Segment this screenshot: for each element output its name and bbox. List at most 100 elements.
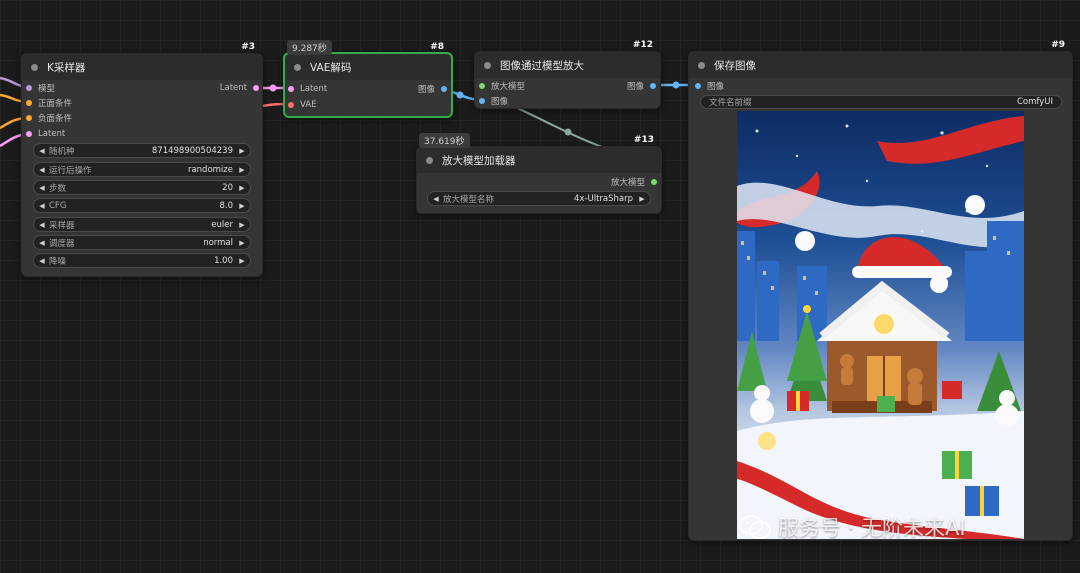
execution-time: 9.287秒 — [287, 40, 332, 55]
upscale-with-model-node[interactable]: #12 图像通过模型放大 放大模型 图像 图像 — [474, 40, 661, 109]
output-dot-icon[interactable] — [253, 85, 259, 91]
collapse-dot-icon[interactable] — [698, 61, 705, 69]
seed-widget[interactable]: ◀ 随机种 871498900504239 ▶ — [33, 143, 251, 158]
increment-arrow-icon[interactable]: ▶ — [238, 221, 246, 229]
input-latent[interactable]: Latent — [26, 127, 65, 141]
increment-arrow-icon[interactable]: ▶ — [238, 184, 246, 192]
increment-arrow-icon[interactable]: ▶ — [638, 195, 646, 203]
widget-value: euler — [211, 219, 233, 230]
workflow-canvas[interactable]: #3 K采样器 模型 正面条件 负面条件 Latent Latent ◀ 随机种 — [0, 0, 1080, 573]
denoise-widget[interactable]: ◀ 降噪 1.00 ▶ — [33, 253, 251, 268]
cfg-widget[interactable]: ◀ CFG 8.0 ▶ — [33, 198, 251, 213]
slot-label: VAE — [300, 100, 317, 110]
node-title: K采样器 — [47, 61, 86, 74]
decrement-arrow-icon[interactable]: ◀ — [38, 147, 46, 155]
decrement-arrow-icon[interactable]: ◀ — [38, 166, 46, 174]
widget-label: 文件名前缀 — [709, 98, 752, 108]
decrement-arrow-icon[interactable]: ◀ — [38, 257, 46, 265]
collapse-dot-icon[interactable] — [31, 63, 38, 71]
input-dot-icon[interactable] — [26, 85, 32, 91]
input-negative[interactable]: 负面条件 — [26, 111, 72, 125]
slot-label: 正面条件 — [38, 99, 73, 109]
node-header[interactable]: 放大模型加载器 — [417, 147, 661, 173]
increment-arrow-icon[interactable]: ▶ — [238, 166, 246, 174]
input-dot-icon[interactable] — [695, 83, 701, 89]
node-id: #12 — [629, 40, 656, 50]
decrement-arrow-icon[interactable]: ◀ — [38, 184, 46, 192]
increment-arrow-icon[interactable]: ▶ — [238, 257, 246, 265]
input-dot-icon[interactable] — [26, 100, 32, 106]
increment-arrow-icon[interactable]: ▶ — [238, 202, 246, 210]
node-header[interactable]: 图像通过模型放大 — [475, 52, 660, 78]
input-dot-icon[interactable] — [479, 98, 485, 104]
input-model[interactable]: 模型 — [26, 81, 55, 95]
model-name-widget[interactable]: ◀ 放大模型名称 4x-UltraSharp ▶ — [427, 191, 651, 206]
input-upscale-model[interactable]: 放大模型 — [479, 79, 525, 93]
output-latent[interactable]: Latent — [220, 81, 259, 95]
input-dot-icon[interactable] — [288, 86, 294, 92]
input-dot-icon[interactable] — [479, 83, 485, 89]
node-id: #8 — [427, 42, 447, 52]
watermark: 服务号 · 无阶未来AI — [738, 512, 966, 542]
vae-decode-node[interactable]: 9.287秒 #8 VAE解码 Latent VAE 图像 — [283, 40, 453, 118]
input-image[interactable]: 图像 — [479, 94, 508, 108]
node-id: #13 — [630, 135, 657, 145]
preview-image[interactable] — [737, 111, 1024, 539]
input-dot-icon[interactable] — [26, 131, 32, 137]
christmas-house-illustration — [737, 116, 1024, 539]
widget-value: 8.0 — [219, 200, 233, 211]
scheduler-widget[interactable]: ◀ 调度器 normal ▶ — [33, 235, 251, 250]
widget-value: 871498900504239 — [151, 145, 233, 156]
increment-arrow-icon[interactable]: ▶ — [238, 239, 246, 247]
input-dot-icon[interactable] — [26, 115, 32, 121]
decrement-arrow-icon[interactable]: ◀ — [432, 195, 440, 203]
decrement-arrow-icon[interactable]: ◀ — [38, 202, 46, 210]
increment-arrow-icon[interactable]: ▶ — [238, 147, 246, 155]
widget-value: normal — [203, 237, 233, 248]
collapse-dot-icon[interactable] — [484, 61, 491, 69]
node-title: 保存图像 — [714, 59, 756, 72]
output-dot-icon[interactable] — [651, 179, 657, 185]
node-title: 图像通过模型放大 — [500, 59, 584, 72]
output-image[interactable]: 图像 — [418, 82, 447, 96]
output-dot-icon[interactable] — [650, 83, 656, 89]
ksampler-node[interactable]: #3 K采样器 模型 正面条件 负面条件 Latent Latent ◀ 随机种 — [21, 42, 263, 277]
control-after-generate-widget[interactable]: ◀ 运行后操作 randomize ▶ — [33, 162, 251, 177]
node-id: #9 — [1048, 40, 1068, 50]
node-header[interactable]: K采样器 — [22, 54, 262, 80]
widget-label: CFG — [49, 200, 67, 211]
filename-prefix-widget[interactable]: 文件名前缀 ComfyUI — [700, 95, 1062, 109]
sampler-widget[interactable]: ◀ 采样器 euler ▶ — [33, 217, 251, 232]
widget-label: 随机种 — [49, 146, 75, 157]
decrement-arrow-icon[interactable]: ◀ — [38, 221, 46, 229]
output-image[interactable]: 图像 — [627, 79, 656, 93]
input-latent[interactable]: Latent — [288, 82, 327, 96]
node-header[interactable]: VAE解码 — [285, 54, 451, 80]
slot-label: 放大模型 — [491, 82, 526, 92]
slot-label: 图像 — [707, 82, 725, 92]
output-dot-icon[interactable] — [441, 86, 447, 92]
widget-label: 采样器 — [49, 220, 75, 231]
input-dot-icon[interactable] — [288, 102, 294, 108]
collapse-dot-icon[interactable] — [294, 63, 301, 71]
node-id: #3 — [238, 42, 258, 52]
widget-label: 调度器 — [49, 238, 75, 249]
widget-value: 20 — [222, 182, 233, 193]
collapse-dot-icon[interactable] — [426, 156, 433, 164]
output-upscale-model[interactable]: 放大模型 — [611, 175, 657, 189]
input-image[interactable]: 图像 — [695, 79, 724, 93]
node-header[interactable]: 保存图像 — [689, 52, 1072, 78]
slot-label: 图像 — [417, 85, 435, 95]
input-vae[interactable]: VAE — [288, 98, 316, 112]
wechat-icon — [739, 515, 771, 539]
decrement-arrow-icon[interactable]: ◀ — [38, 239, 46, 247]
watermark-text: 服务号 · 无阶未来AI — [778, 516, 966, 540]
upscale-model-loader-node[interactable]: 37.619秒 #13 放大模型加载器 放大模型 ◀ 放大模型名称 4x-Ult… — [416, 133, 662, 214]
steps-widget[interactable]: ◀ 步数 20 ▶ — [33, 180, 251, 195]
execution-time: 37.619秒 — [419, 133, 470, 148]
widget-value: 4x-UltraSharp — [573, 193, 633, 204]
widget-label: 运行后操作 — [49, 165, 92, 176]
slot-label: 图像 — [626, 82, 644, 92]
slot-label: 模型 — [38, 84, 56, 94]
input-positive[interactable]: 正面条件 — [26, 96, 72, 110]
